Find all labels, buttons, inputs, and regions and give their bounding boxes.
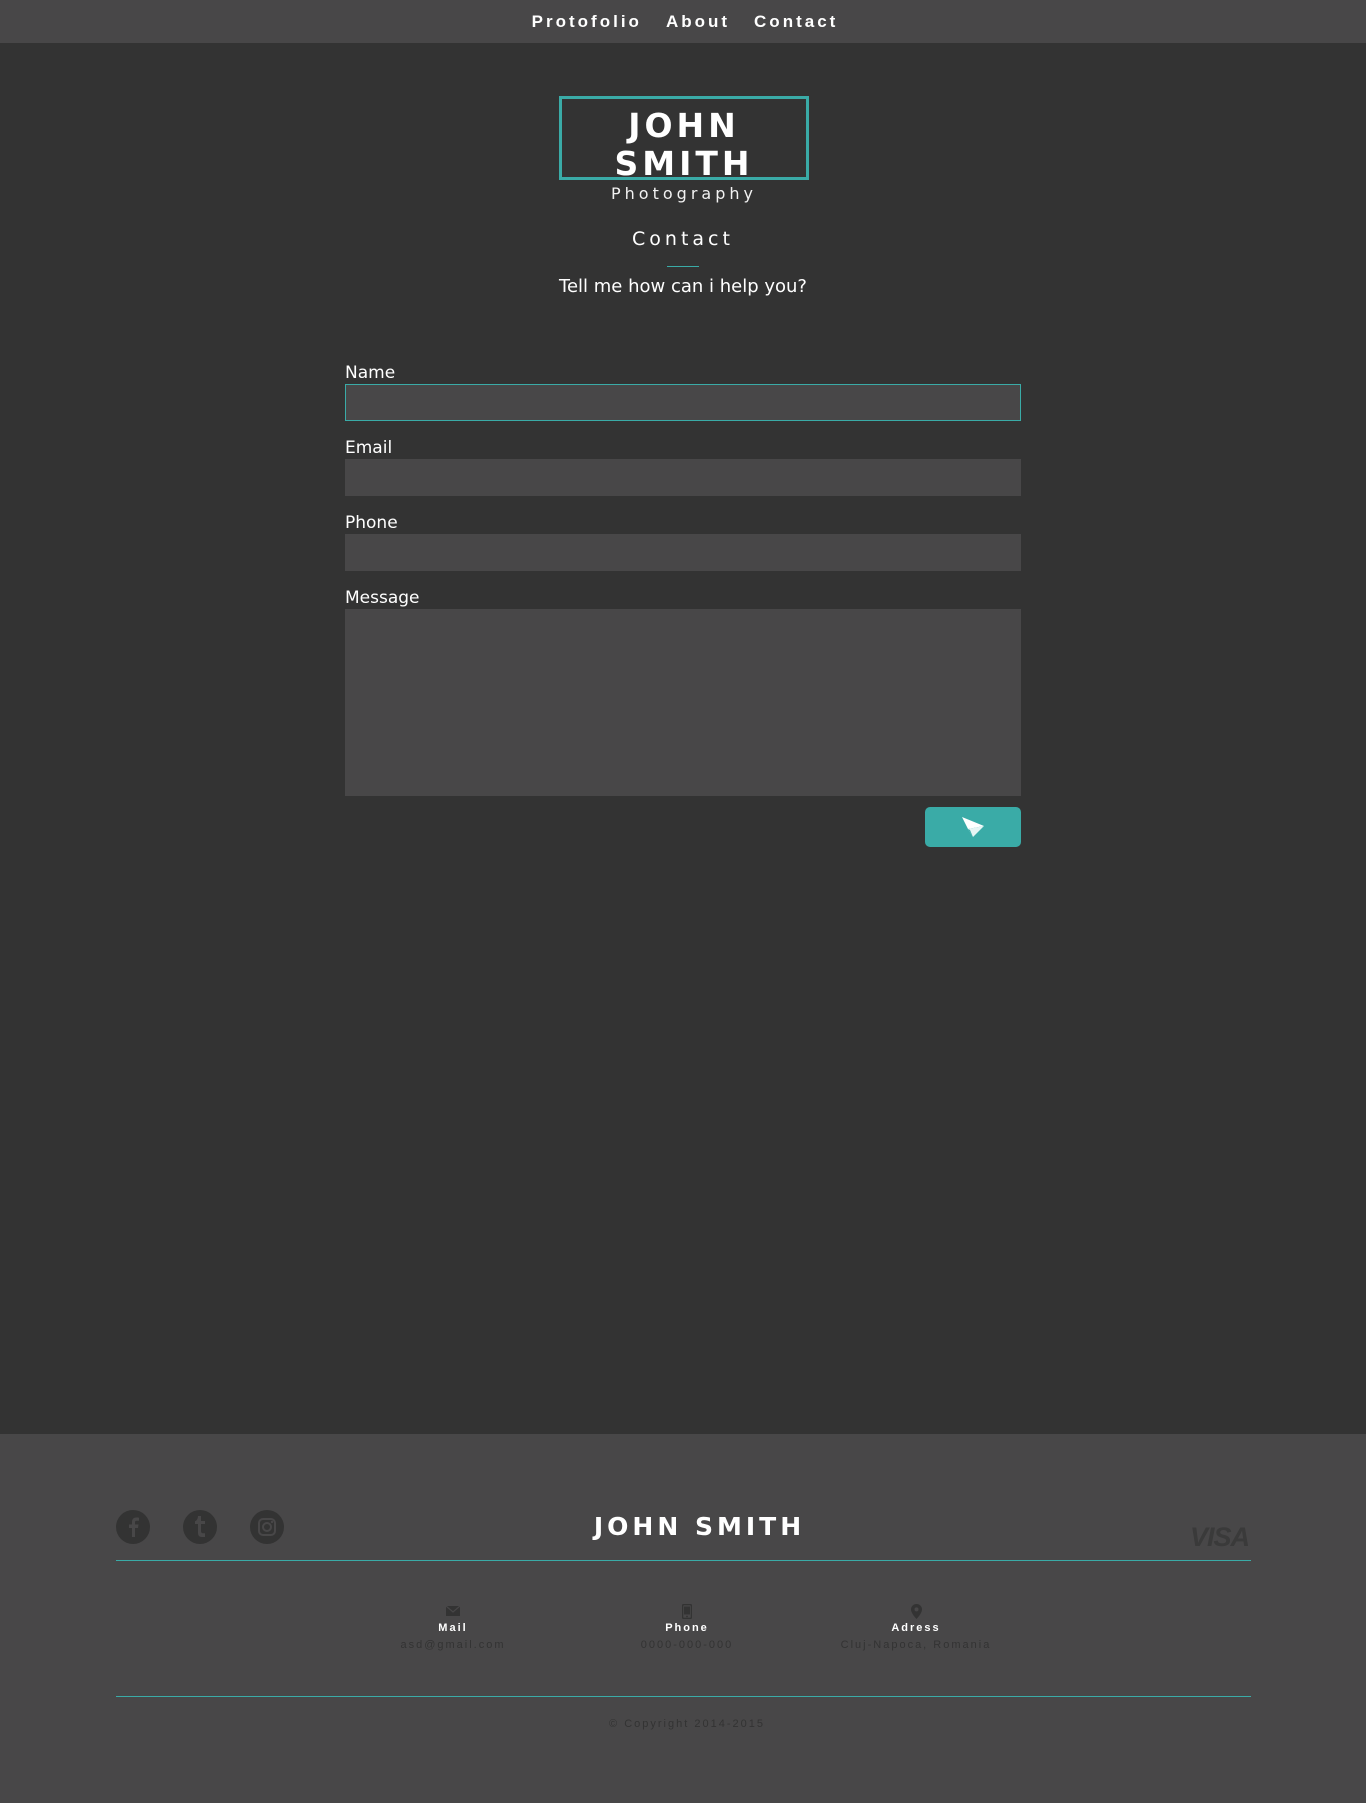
phone-value[interactable]: 0000-000-000 <box>587 1639 787 1651</box>
top-nav: Protofolio About Contact <box>0 0 1366 43</box>
footer-name: JOHN SMITH <box>593 1512 806 1541</box>
mail-value[interactable]: asd@gmail.com <box>353 1639 553 1651</box>
name-field[interactable] <box>345 384 1021 421</box>
footer-divider-bottom <box>116 1696 1251 1697</box>
mail-info: Mail asd@gmail.com <box>353 1602 553 1651</box>
name-label: Name <box>345 363 396 383</box>
visa-logo: VISA <box>1190 1522 1250 1552</box>
phone-label: Phone <box>665 1622 709 1634</box>
nav-link-contact[interactable]: Contact <box>754 12 838 32</box>
title-divider <box>667 266 699 267</box>
site-logo[interactable]: JOHN SMITH Photography <box>559 96 809 203</box>
logo-name: JOHN SMITH <box>614 106 754 183</box>
logo-subtitle: Photography <box>611 184 757 203</box>
page-subtitle: Tell me how can i help you? <box>559 276 807 297</box>
mail-icon <box>446 1606 460 1616</box>
address-value: Cluj-Napoca, Romania <box>840 1639 992 1651</box>
address-info: Adress Cluj-Napoca, Romania <box>816 1602 1016 1651</box>
contact-form: Name Email Phone Message <box>345 362 1021 796</box>
address-label: Adress <box>891 1622 941 1634</box>
phone-info: Phone 0000-000-000 <box>587 1602 787 1651</box>
footer: JOHN SMITH VISA Mail asd@gmail.com Phone… <box>0 1434 1366 1803</box>
nav-link-about[interactable]: About <box>666 12 730 32</box>
email-field[interactable] <box>345 459 1021 496</box>
page-title: Contact <box>632 228 734 250</box>
message-label: Message <box>345 588 420 608</box>
paper-plane-icon <box>962 817 984 837</box>
send-button[interactable] <box>925 807 1021 847</box>
map-pin-icon <box>910 1603 922 1619</box>
email-label: Email <box>345 438 393 458</box>
copyright: © Copyright 2014-2015 <box>609 1718 765 1730</box>
message-field[interactable] <box>345 609 1021 796</box>
phone-label: Phone <box>345 513 398 533</box>
mail-label: Mail <box>438 1622 468 1634</box>
footer-divider-top <box>116 1560 1251 1561</box>
phone-icon <box>682 1603 692 1619</box>
phone-field[interactable] <box>345 534 1021 571</box>
nav-link-portfolio[interactable]: Protofolio <box>532 12 642 32</box>
